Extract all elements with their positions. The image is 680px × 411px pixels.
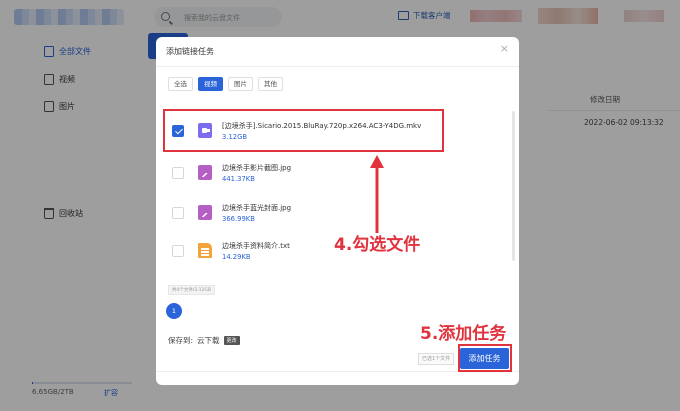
file-size: 441.37KB <box>222 175 255 183</box>
file-name: 边境杀手资料简介.txt <box>222 242 290 250</box>
annotation-step-5: 5.添加任务 <box>420 324 507 344</box>
file-count-summary: 共4个文件/3.12GB <box>168 285 215 295</box>
image-file-icon <box>198 165 212 180</box>
tab-video[interactable]: 视频 <box>198 77 223 91</box>
file-row[interactable]: 边境杀手影片截图.jpg 441.37KB <box>168 153 507 195</box>
page-button-1[interactable]: 1 <box>166 303 182 319</box>
save-to-folder: 云下载 <box>197 336 220 345</box>
file-size: 366.99KB <box>222 215 255 223</box>
divider <box>156 66 519 67</box>
file-size: 14.29KB <box>222 253 251 261</box>
save-to-label: 保存到: <box>168 336 194 345</box>
dialog-title: 添加链接任务 <box>166 47 214 56</box>
save-location: 保存到: 云下载 更改 <box>168 335 240 346</box>
annotation-box-file <box>163 109 444 152</box>
image-file-icon <box>198 205 212 220</box>
file-name: 边境杀手蓝光封面.jpg <box>222 204 292 212</box>
annotation-arrow <box>370 155 384 233</box>
file-checkbox[interactable] <box>172 167 184 179</box>
change-folder-button[interactable]: 更改 <box>223 336 240 345</box>
file-row[interactable]: 边境杀手蓝光封面.jpg 366.99KB <box>168 193 507 235</box>
annotation-step-4: 4.勾选文件 <box>334 235 421 255</box>
close-icon[interactable]: × <box>500 43 509 55</box>
tab-select-all[interactable]: 全选 <box>168 77 193 91</box>
tab-other[interactable]: 其他 <box>258 77 283 91</box>
file-checkbox[interactable] <box>172 245 184 257</box>
tab-images[interactable]: 图片 <box>228 77 253 91</box>
annotation-box-add-button <box>458 344 512 372</box>
file-name: 边境杀手影片截图.jpg <box>222 164 292 172</box>
selected-count: 已选1个文件 <box>418 353 455 365</box>
filter-tabs: 全选 视频 图片 其他 <box>168 77 283 91</box>
text-file-icon <box>198 243 212 258</box>
file-checkbox[interactable] <box>172 207 184 219</box>
scrollbar[interactable] <box>512 111 515 261</box>
